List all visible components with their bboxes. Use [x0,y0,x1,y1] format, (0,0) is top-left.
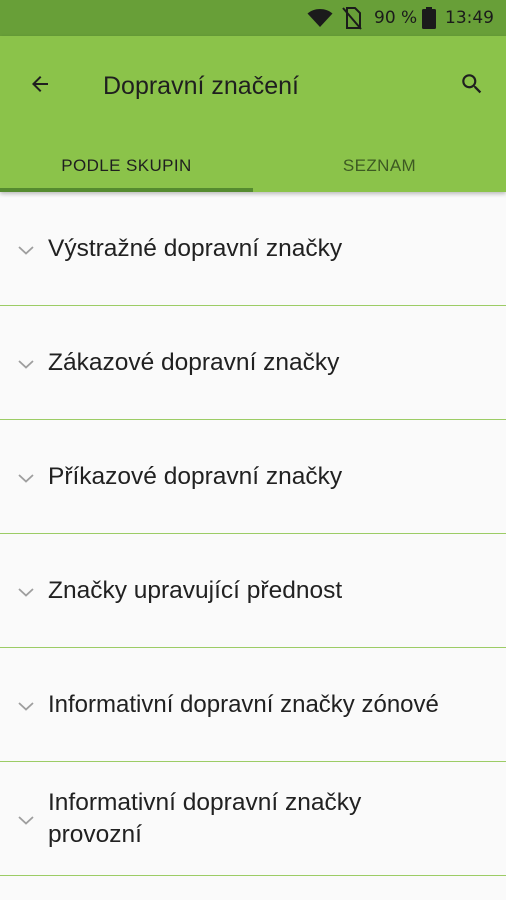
list-item-label: Informativní dopravní značky zónové [48,691,439,718]
wifi-icon [307,0,333,36]
list-item-label: Zákazové dopravní značky [48,349,340,376]
list-item-zonove[interactable]: Informativní dopravní značky zónové [0,648,506,762]
tab-bar: PODLE SKUPIN SEZNAM [0,140,506,192]
list-item-prikazove[interactable]: Příkazové dopravní značky [0,420,506,534]
list-item-label: Informativní dopravní značky provozní [48,789,362,848]
list-item-label: Výstražné dopravní značky [48,235,343,262]
page-title: Dopravní značení [103,72,299,100]
search-icon [459,71,485,102]
tab-podle-skupin[interactable]: PODLE SKUPIN [0,140,253,192]
list-item-vystrazne[interactable]: Výstražné dopravní značky [0,192,506,306]
arrow-left-icon [28,72,52,101]
list-item-prednost[interactable]: Značky upravující přednost [0,534,506,648]
tab-seznam[interactable]: SEZNAM [253,140,506,192]
chevron-down-icon [18,702,34,711]
status-bar: 90 % 13:49 [0,0,506,36]
back-button[interactable] [16,68,64,104]
no-sim-icon [342,0,362,36]
list-item-provozni[interactable]: Informativní dopravní značky provozní [0,762,506,876]
list-item-zakazove[interactable]: Zákazové dopravní značky [0,306,506,420]
battery-percent: 90 % [374,8,418,28]
chevron-down-icon [18,588,34,597]
chevron-down-icon [18,474,34,483]
chevron-down-icon [18,246,34,255]
clock: 13:49 [445,8,494,28]
app-bar: Dopravní značení PODLE SKUPIN SEZNAM [0,36,506,192]
search-button[interactable] [448,64,496,108]
chevron-down-icon [18,360,34,369]
chevron-down-icon [18,816,34,825]
list-item-label: Příkazové dopravní značky [48,463,343,490]
list-item-label: Značky upravující přednost [48,577,343,604]
battery-icon [422,0,436,36]
